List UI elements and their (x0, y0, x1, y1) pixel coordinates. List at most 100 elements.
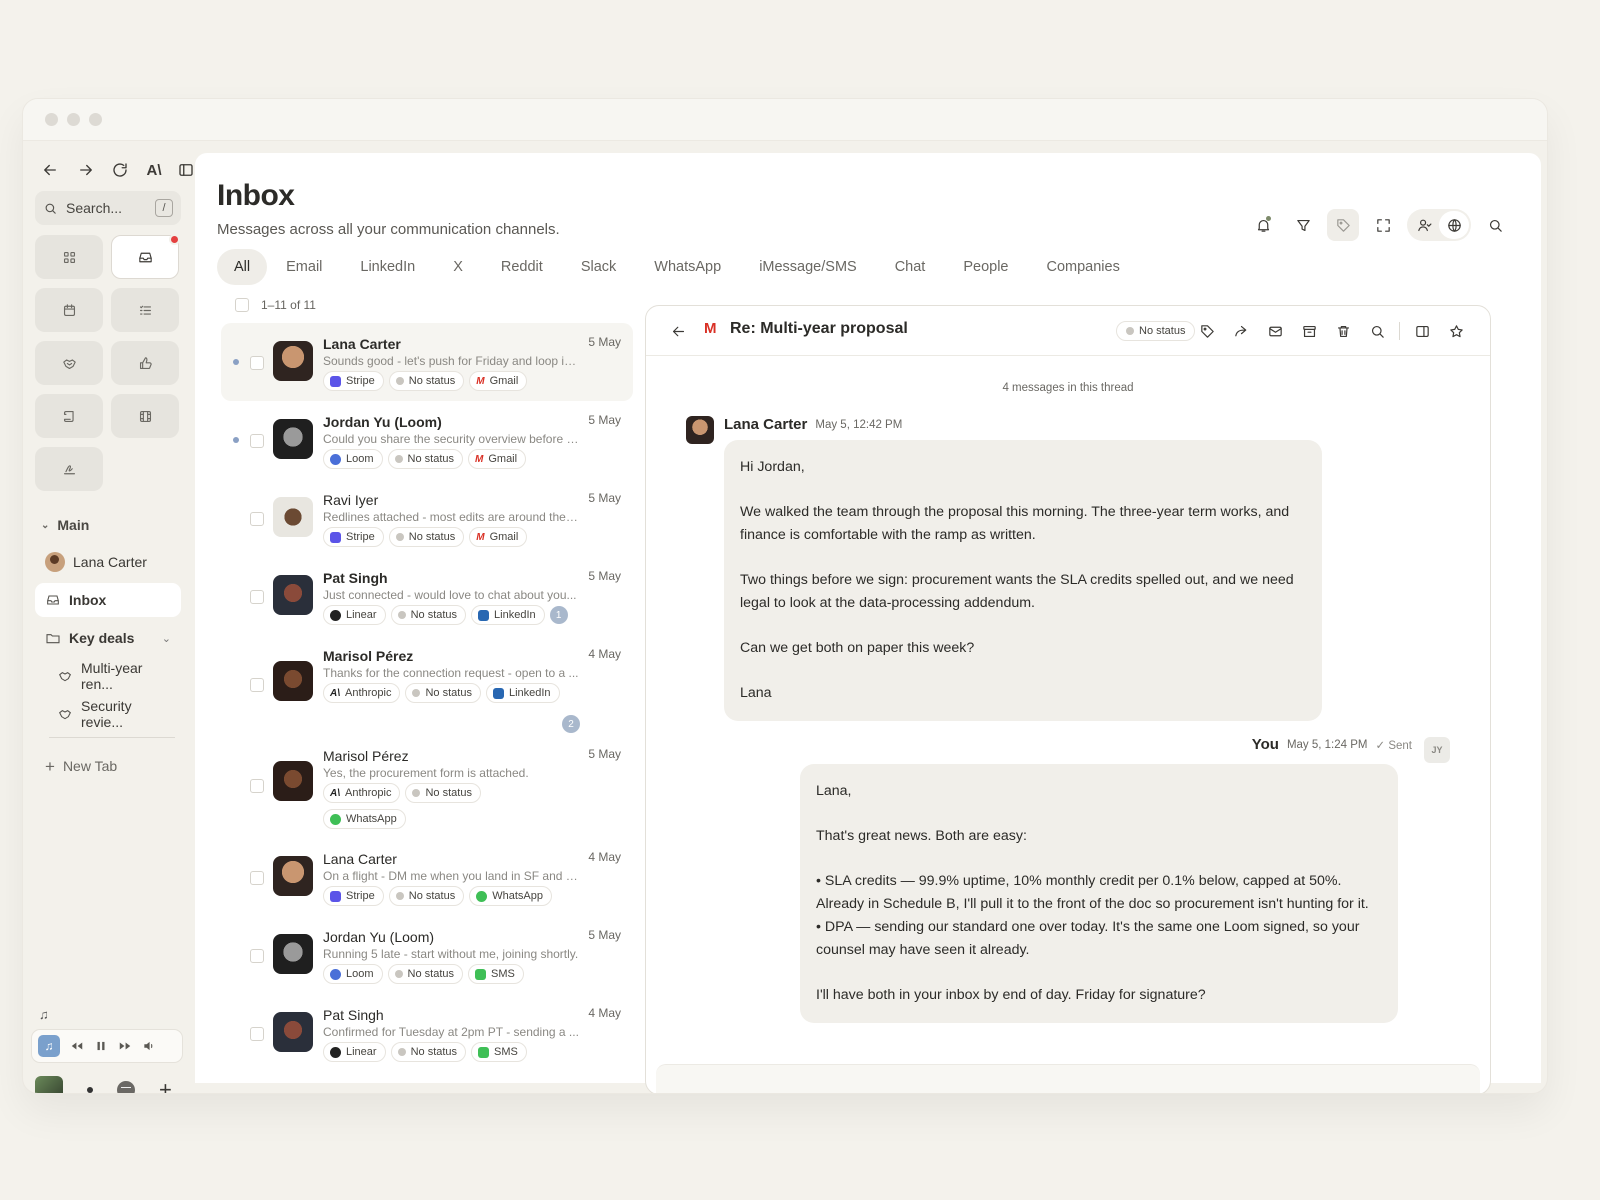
close-window-button[interactable] (45, 113, 58, 126)
zoom-window-button[interactable] (89, 113, 102, 126)
fullscreen-button[interactable] (1367, 209, 1399, 241)
tab-whatsapp[interactable]: WhatsApp (635, 249, 740, 285)
status-chip[interactable]: No status (388, 886, 465, 906)
tile-deals[interactable] (35, 341, 103, 385)
tab-companies[interactable]: Companies (1028, 249, 1139, 285)
split-view-button[interactable] (1406, 315, 1438, 347)
mark-unread-button[interactable] (1259, 315, 1291, 347)
star-button[interactable] (1440, 315, 1472, 347)
status-chip[interactable]: No status (388, 371, 465, 391)
sidebar-item-security-review[interactable]: Security revie... (35, 697, 181, 731)
reload-icon[interactable] (109, 159, 131, 181)
row-checkbox[interactable] (250, 1027, 264, 1041)
sidebar-toggle-icon[interactable] (175, 159, 197, 181)
row-checkbox[interactable] (250, 512, 264, 526)
company-chip[interactable]: Stripe (323, 886, 384, 906)
anthropic-logo-icon[interactable]: A\ (143, 159, 165, 181)
sidebar-item-key-deals[interactable]: Key deals ⌄ (35, 621, 181, 655)
tab-slack[interactable]: Slack (562, 249, 635, 285)
company-chip[interactable]: A\ Anthropic (323, 783, 401, 803)
pause-icon[interactable] (94, 1039, 108, 1053)
sidebar-item-lana-carter[interactable]: Lana Carter (35, 545, 181, 579)
people-view-button[interactable] (1409, 211, 1439, 239)
status-chip[interactable]: No status (390, 605, 467, 625)
section-main-header[interactable]: ⌄ Main (41, 517, 89, 533)
company-chip[interactable]: A\ Anthropic (323, 683, 401, 703)
tile-signature[interactable] (35, 447, 103, 491)
row-checkbox[interactable] (250, 871, 264, 885)
row-checkbox[interactable] (250, 590, 264, 604)
add-icon[interactable]: + (159, 1079, 172, 1094)
tab-reddit[interactable]: Reddit (482, 249, 562, 285)
delete-button[interactable] (1327, 315, 1359, 347)
tab-chat[interactable]: Chat (876, 249, 945, 285)
sidebar-item-multi-year[interactable]: Multi-year ren... (35, 659, 181, 693)
expand-icon (1376, 218, 1390, 232)
company-chip[interactable]: Stripe (323, 371, 384, 391)
tag-button[interactable] (1327, 209, 1359, 241)
tag-button[interactable] (1191, 315, 1223, 347)
list-item[interactable]: Ravi Iyer 5 May Redlines attached - most… (221, 479, 633, 557)
back-arrow-icon[interactable] (39, 159, 61, 181)
list-item[interactable]: Lana Carter 5 May Sounds good - let's pu… (221, 323, 633, 401)
tab-linkedin[interactable]: LinkedIn (341, 249, 434, 285)
filter-button[interactable] (1287, 209, 1319, 241)
company-chip[interactable]: Linear (323, 1042, 386, 1062)
tile-tasks[interactable] (111, 288, 179, 332)
list-item[interactable]: Marisol Pérez 5 May Yes, the procurement… (221, 735, 633, 838)
global-view-button[interactable] (1439, 211, 1469, 239)
company-chip[interactable]: Linear (323, 605, 386, 625)
company-chip[interactable]: Loom (323, 964, 383, 984)
sidebar-item-inbox[interactable]: Inbox (35, 583, 181, 617)
status-chip[interactable]: No status (405, 683, 481, 703)
list-item[interactable]: Marisol Pérez 4 May Thanks for the conne… (221, 635, 633, 735)
back-button[interactable] (662, 315, 694, 347)
fast-forward-icon[interactable] (118, 1039, 132, 1053)
status-chip[interactable]: No status (390, 1042, 467, 1062)
status-chip[interactable]: No status (388, 527, 465, 547)
row-checkbox[interactable] (250, 434, 264, 448)
status-badge[interactable]: No status (1116, 321, 1196, 341)
archive-button[interactable] (1293, 315, 1325, 347)
notifications-button[interactable] (1247, 209, 1279, 241)
list-item[interactable]: Pat Singh 4 May Confirmed for Tuesday at… (221, 994, 633, 1072)
reply-composer[interactable] (656, 1064, 1480, 1093)
list-item[interactable]: Jordan Yu (Loom) 5 May Running 5 late - … (221, 916, 633, 994)
search-thread-button[interactable] (1361, 315, 1393, 347)
rewind-icon[interactable] (70, 1039, 84, 1053)
inbox-icon (138, 252, 152, 262)
company-chip[interactable]: Stripe (323, 527, 384, 547)
list-item[interactable]: Lana Carter 4 May On a flight - DM me wh… (221, 838, 633, 916)
row-checkbox[interactable] (250, 678, 264, 692)
select-all-checkbox[interactable] (235, 298, 249, 312)
row-checkbox[interactable] (250, 356, 264, 370)
status-chip[interactable]: No status (405, 783, 481, 803)
list-item[interactable]: Pat Singh 5 May Just connected - would l… (221, 557, 633, 635)
company-chip[interactable]: Loom (323, 449, 383, 469)
row-checkbox[interactable] (250, 949, 264, 963)
tab-email[interactable]: Email (267, 249, 341, 285)
tile-dashboard[interactable] (35, 235, 103, 279)
list-item[interactable]: Jordan Yu (Loom) 5 May Could you share t… (221, 401, 633, 479)
tab-all[interactable]: All (217, 249, 268, 285)
tile-calendar[interactable] (35, 288, 103, 332)
forward-button[interactable] (1225, 315, 1257, 347)
tab-imessage-sms[interactable]: iMessage/SMS (740, 249, 876, 285)
status-chip[interactable]: No status (387, 449, 463, 469)
volume-icon[interactable] (142, 1039, 156, 1053)
status-chip[interactable]: No status (387, 964, 463, 984)
tab-x[interactable]: X (434, 249, 482, 285)
tile-feedback[interactable] (111, 341, 179, 385)
spotify-icon[interactable] (117, 1081, 135, 1093)
tab-people[interactable]: People (944, 249, 1027, 285)
minimize-window-button[interactable] (67, 113, 80, 126)
tile-inbox[interactable] (111, 234, 180, 279)
tile-notes[interactable] (35, 394, 103, 438)
row-checkbox[interactable] (250, 779, 264, 793)
search-button[interactable] (1479, 209, 1511, 241)
user-avatar[interactable] (35, 1076, 63, 1093)
forward-arrow-icon[interactable] (75, 159, 97, 181)
sidebar-search[interactable]: Search... / (35, 191, 181, 225)
new-tab-button[interactable]: + New Tab (35, 749, 181, 783)
tile-media[interactable] (111, 394, 179, 438)
